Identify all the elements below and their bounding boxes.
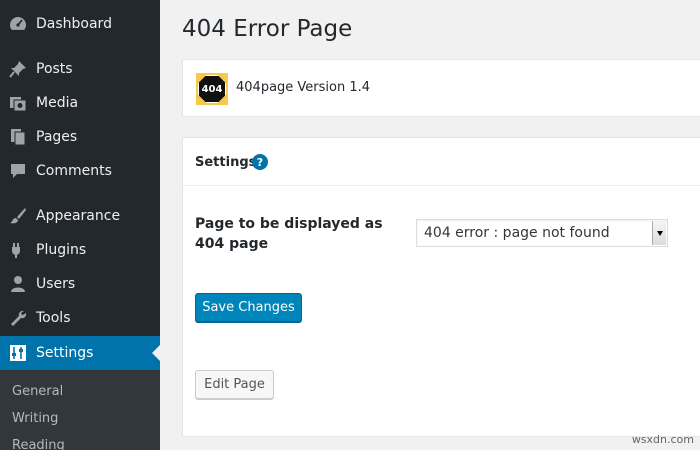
user-icon [8, 274, 28, 294]
sidebar-item-label: Tools [36, 310, 71, 326]
admin-sidebar: Dashboard Posts Media Pages Comments App… [0, 0, 160, 450]
sidebar-item-appearance[interactable]: Appearance [0, 199, 160, 233]
select-value: 404 error : page not found [424, 225, 610, 241]
sidebar-item-pages[interactable]: Pages [0, 120, 160, 154]
sidebar-item-label: Appearance [36, 208, 121, 224]
settings-panel: Settings ? Page to be displayed as 404 p… [182, 137, 700, 437]
sidebar-item-label: Media [36, 95, 79, 111]
comment-icon [8, 161, 28, 181]
settings-heading: Settings [195, 155, 257, 170]
sliders-icon [8, 343, 28, 363]
media-icon [8, 93, 28, 113]
help-icon[interactable]: ? [252, 154, 268, 170]
pages-icon [8, 127, 28, 147]
sidebar-item-label: Users [36, 276, 76, 292]
sidebar-item-dashboard[interactable]: Dashboard [0, 7, 160, 41]
pin-icon [8, 59, 28, 79]
sidebar-item-label: Comments [36, 163, 112, 179]
sidebar-item-label: Settings [36, 345, 94, 361]
wrench-icon [8, 308, 28, 328]
watermark: wsxdn.com [631, 433, 694, 446]
settings-submenu: General Writing Reading [0, 370, 160, 450]
page-select-label: Page to be displayed as 404 page [195, 216, 383, 252]
sidebar-item-plugins[interactable]: Plugins [0, 233, 160, 267]
submenu-item-reading[interactable]: Reading [12, 438, 65, 450]
sidebar-item-label: Posts [36, 61, 73, 77]
plugin-version: 404page Version 1.4 [236, 80, 371, 95]
chevron-down-icon[interactable] [652, 221, 666, 245]
plug-icon [8, 240, 28, 260]
sidebar-item-media[interactable]: Media [0, 86, 160, 120]
submenu-item-general[interactable]: General [12, 384, 63, 399]
sidebar-item-tools[interactable]: Tools [0, 301, 160, 335]
sidebar-item-label: Pages [36, 129, 78, 145]
sidebar-item-label: Plugins [36, 242, 87, 258]
dashboard-icon [8, 14, 28, 34]
divider [183, 185, 700, 186]
submenu-item-writing[interactable]: Writing [12, 411, 58, 426]
sidebar-item-label: Dashboard [36, 16, 112, 32]
sidebar-item-posts[interactable]: Posts [0, 52, 160, 86]
page-title: 404 Error Page [182, 16, 353, 42]
plugin-info-box: 404 404page Version 1.4 [182, 59, 700, 117]
sidebar-item-comments[interactable]: Comments [0, 154, 160, 188]
brush-icon [8, 206, 28, 226]
sidebar-item-users[interactable]: Users [0, 267, 160, 301]
edit-page-button[interactable]: Edit Page [195, 370, 274, 399]
plugin-logo-text: 404 [198, 75, 226, 103]
sidebar-item-settings[interactable]: Settings [0, 336, 160, 370]
save-changes-button[interactable]: Save Changes [195, 293, 302, 322]
page-select-dropdown[interactable]: 404 error : page not found [416, 219, 668, 247]
plugin-logo-icon: 404 [196, 73, 228, 105]
